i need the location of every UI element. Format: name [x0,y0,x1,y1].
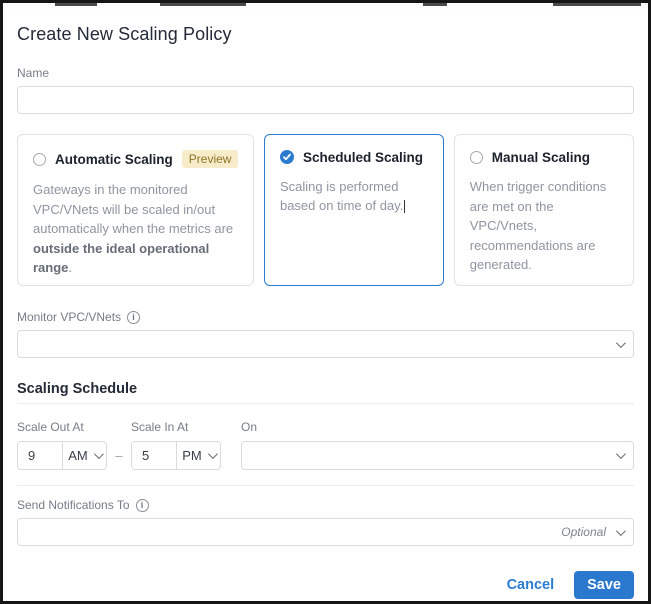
send-notifications-select[interactable]: Optional [17,518,634,546]
card-scheduled-scaling[interactable]: Scheduled Scaling Scaling is performed b… [264,134,444,286]
scale-out-column: Scale Out At AM [17,420,107,470]
scale-in-time-group: PM [131,441,221,470]
radio-checked-icon[interactable] [279,150,294,164]
send-notifications-label: Send Notifications To i [17,498,634,512]
scale-out-time-group: AM [17,441,107,470]
card-header: Manual Scaling [469,150,618,165]
card-automatic-scaling[interactable]: Automatic Scaling Preview Gateways in th… [17,134,255,286]
clipped-background-text [55,3,97,6]
name-label: Name [17,66,634,80]
create-scaling-policy-modal: Create New Scaling Policy Name Automatic… [3,9,648,601]
text-cursor [404,200,406,213]
preview-badge: Preview [181,150,239,168]
on-days-select[interactable] [241,441,634,470]
clipped-background-text [553,3,641,6]
scale-in-label: Scale In At [131,420,189,434]
desc-bold: outside the ideal operational range [33,240,210,276]
chevron-down-icon [207,449,218,460]
save-button[interactable]: Save [574,571,634,599]
range-separator-column: – [107,420,131,470]
modal-title: Create New Scaling Policy [17,24,232,44]
monitor-vpc-label-text: Monitor VPC/VNets [17,310,122,324]
meridiem-value: PM [182,448,202,463]
on-label: On [241,420,258,434]
divider [17,403,634,404]
scale-out-meridiem-select[interactable]: AM [63,442,106,469]
card-description: Gateways in the monitored VPC/VNets will… [33,180,238,278]
send-notifications-label-text: Send Notifications To [17,498,130,512]
card-description: Scaling is performed based on time of da… [280,177,428,216]
card-manual-scaling[interactable]: Manual Scaling When trigger conditions a… [453,134,634,286]
divider [17,485,634,486]
radio-unchecked-icon[interactable] [469,151,483,164]
cancel-button[interactable]: Cancel [507,577,555,593]
card-title: Automatic Scaling [55,151,173,167]
card-title: Manual Scaling [491,150,591,165]
desc-normal: Gateways in the monitored VPC/VNets will… [33,182,234,236]
card-header: Automatic Scaling Preview [33,150,239,168]
chevron-down-icon [93,449,104,460]
radio-unchecked-icon[interactable] [33,152,46,166]
chevron-down-icon [615,337,626,348]
chevron-down-icon [615,449,626,460]
screenshot-frame: Create New Scaling Policy Name Automatic… [0,0,651,604]
monitor-vpc-label: Monitor VPC/VNets i [17,310,634,324]
policy-type-cards: Automatic Scaling Preview Gateways in th… [17,134,634,286]
info-icon[interactable]: i [127,310,141,324]
schedule-row: Scale Out At AM – Scale In At [17,420,634,470]
optional-hint: Optional [561,525,606,539]
scale-in-column: Scale In At PM [131,420,221,470]
scale-in-meridiem-select[interactable]: PM [177,442,220,469]
modal-footer: Cancel Save [17,571,634,599]
name-label-text: Name [17,66,50,80]
scaling-schedule-heading: Scaling Schedule [17,381,138,397]
name-input[interactable] [17,86,634,114]
desc-text: Scaling is performed based on time of da… [279,178,404,214]
on-column: On [241,420,634,470]
clipped-background-text [160,3,246,6]
card-header: Scheduled Scaling [279,149,428,165]
monitor-vpc-select[interactable] [17,330,634,358]
chevron-down-icon [615,525,626,536]
clipped-background-text [423,3,447,6]
meridiem-value: AM [68,448,88,463]
scale-out-hour-input[interactable] [18,442,62,469]
desc-text: When trigger conditions are met on the V… [469,179,607,272]
scale-out-label: Scale Out At [17,420,84,434]
desc-suffix: . [68,260,73,275]
card-description: When trigger conditions are met on the V… [470,177,618,275]
range-separator: – [115,448,123,463]
background-clipped-row [3,3,648,9]
scale-in-hour-input[interactable] [132,442,176,469]
info-icon[interactable]: i [135,498,149,512]
card-title: Scheduled Scaling [302,149,423,165]
